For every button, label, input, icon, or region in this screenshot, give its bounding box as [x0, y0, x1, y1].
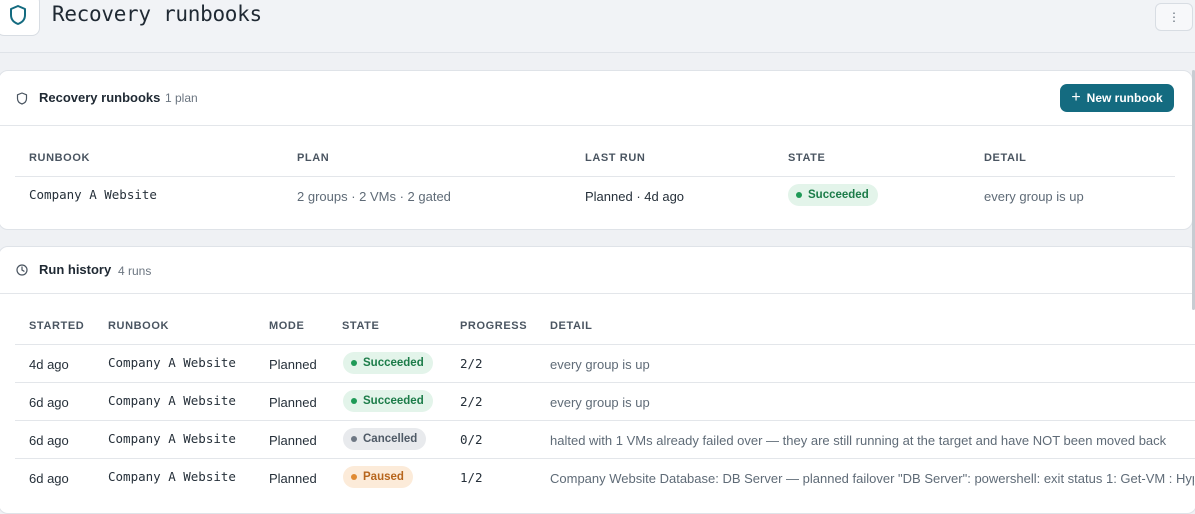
status-dot — [351, 436, 357, 442]
run-history-card: Run history 4 runs STARTED RUNBOOK MODE … — [0, 246, 1195, 514]
run-history-title: Run history — [39, 262, 112, 277]
status-badge: Succeeded — [343, 352, 433, 374]
status-dot — [351, 360, 357, 366]
shield-icon — [10, 5, 26, 25]
status-label: Cancelled — [363, 433, 418, 445]
detail-text: every group is up — [550, 395, 650, 410]
col-state[interactable]: STATE — [342, 320, 379, 332]
progress-value: 2/2 — [460, 394, 483, 409]
status-badge: Succeeded — [788, 184, 878, 206]
col-last-run[interactable]: LAST RUN — [585, 152, 645, 164]
more-menu-button[interactable]: ⋮ — [1155, 3, 1193, 31]
clock-icon — [16, 264, 28, 276]
detail-text: every group is up — [550, 357, 650, 372]
runbook-name[interactable]: Company A Website — [29, 187, 157, 202]
runbooks-card-title: Recovery runbooks — [39, 90, 161, 105]
top-bar: Recovery runbooks ⋮ — [0, 0, 1195, 53]
status-dot — [796, 192, 802, 198]
progress-value: 2/2 — [460, 356, 483, 371]
col-progress[interactable]: PROGRESS — [460, 320, 527, 332]
run-mode: Planned — [269, 395, 317, 410]
col-mode[interactable]: MODE — [269, 320, 304, 332]
col-detail[interactable]: DETAIL — [550, 320, 593, 332]
status-label: Paused — [363, 471, 404, 483]
kebab-icon: ⋮ — [1168, 10, 1180, 24]
new-runbook-button[interactable]: + New runbook — [1060, 84, 1174, 112]
last-run: Planned · 4d ago — [585, 189, 685, 204]
col-runbook[interactable]: RUNBOOK — [108, 320, 169, 332]
run-history-count: 4 runs — [118, 264, 152, 278]
started-time: 6d ago — [29, 433, 69, 448]
runbooks-card-header: Recovery runbooks 1 plan + New runbook — [0, 71, 1192, 126]
started-time: 6d ago — [29, 395, 69, 410]
status-badge: Succeeded — [343, 390, 433, 412]
status-dot — [351, 398, 357, 404]
plus-icon: + — [1071, 89, 1081, 106]
plan-summary: 2 groups · 2 VMs · 2 gated — [297, 189, 451, 204]
run-history-header: Run history 4 runs — [0, 247, 1195, 294]
app-logo — [0, 0, 40, 36]
status-dot — [351, 474, 357, 480]
col-detail[interactable]: DETAIL — [984, 152, 1027, 164]
run-mode: Planned — [269, 433, 317, 448]
started-time: 4d ago — [29, 357, 69, 372]
runbook-name[interactable]: Company A Website — [108, 355, 236, 370]
run-mode: Planned — [269, 357, 317, 372]
run-mode: Planned — [269, 471, 317, 486]
shield-icon — [16, 92, 28, 105]
runbook-name[interactable]: Company A Website — [108, 431, 236, 446]
col-started[interactable]: STARTED — [29, 320, 84, 332]
detail-text: halted with 1 VMs already failed over — … — [550, 433, 1167, 448]
col-plan[interactable]: PLAN — [297, 152, 329, 164]
status-badge: Paused — [343, 466, 413, 488]
new-runbook-label: New runbook — [1086, 91, 1163, 105]
progress-value: 0/2 — [460, 432, 483, 447]
col-runbook[interactable]: RUNBOOK — [29, 152, 90, 164]
detail-text: Company Website Database: DB Server — pl… — [550, 471, 1194, 486]
runbook-name[interactable]: Company A Website — [108, 393, 236, 408]
detail-text: every group is up — [984, 189, 1084, 204]
started-time: 6d ago — [29, 471, 69, 486]
status-label: Succeeded — [363, 395, 424, 407]
runbooks-card: Recovery runbooks 1 plan + New runbook R… — [0, 70, 1193, 230]
runbooks-count: 1 plan — [165, 91, 198, 105]
status-label: Succeeded — [808, 189, 869, 201]
runbook-name[interactable]: Company A Website — [108, 469, 236, 484]
status-label: Succeeded — [363, 357, 424, 369]
col-state[interactable]: STATE — [788, 152, 825, 164]
progress-value: 1/2 — [460, 470, 483, 485]
page-title: Recovery runbooks — [52, 2, 262, 26]
status-badge: Cancelled — [343, 428, 427, 450]
